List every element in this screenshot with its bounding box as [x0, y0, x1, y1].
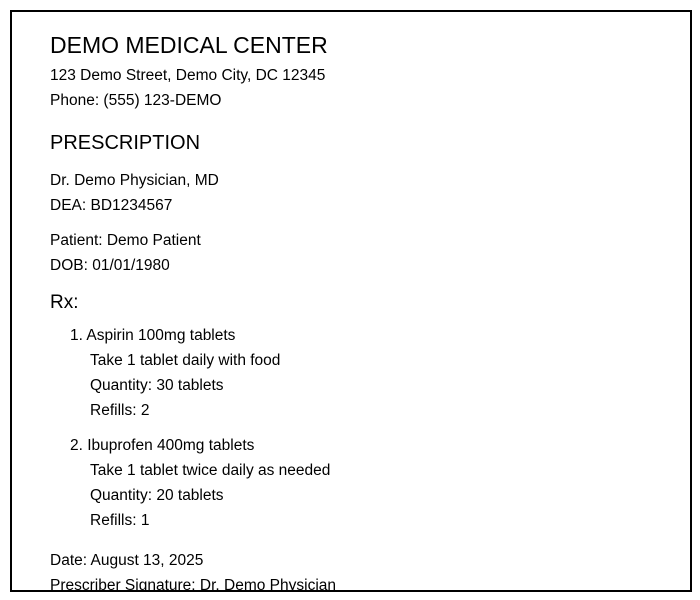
medication-quantity: Quantity: 20 tablets: [90, 487, 224, 504]
prescriber-dea: DEA: BD1234567: [50, 197, 173, 214]
medication-directions: Take 1 tablet daily with food: [90, 352, 281, 369]
prescription-date: Date: August 13, 2025: [50, 552, 204, 569]
medication-quantity: Quantity: 30 tablets: [90, 377, 224, 394]
clinic-phone: Phone: (555) 123-DEMO: [50, 92, 222, 109]
prescriber-name: Dr. Demo Physician, MD: [50, 172, 219, 189]
medication-name: 1. Aspirin 100mg tablets: [70, 327, 236, 344]
clinic-address: 123 Demo Street, Demo City, DC 12345: [50, 67, 326, 84]
medication-refills: Refills: 1: [90, 512, 150, 529]
medication-name: 2. Ibuprofen 400mg tablets: [70, 437, 255, 454]
clinic-name: DEMO MEDICAL CENTER: [50, 32, 328, 58]
patient-dob: DOB: 01/01/1980: [50, 257, 170, 274]
medication-refills: Refills: 2: [90, 402, 150, 419]
rx-label: Rx:: [50, 292, 79, 313]
prescriber-signature: Prescriber Signature: Dr. Demo Physician: [50, 577, 337, 592]
prescription-document: DEMO MEDICAL CENTER 123 Demo Street, Dem…: [10, 10, 692, 592]
patient-name: Patient: Demo Patient: [50, 232, 201, 249]
document-title: PRESCRIPTION: [50, 132, 201, 154]
medication-directions: Take 1 tablet twice daily as needed: [90, 462, 331, 479]
